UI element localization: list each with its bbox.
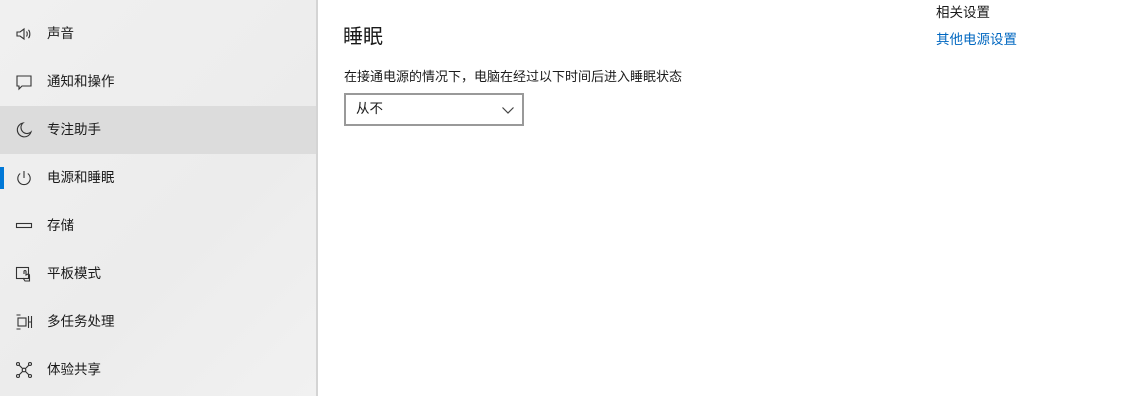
speaker-icon [15,25,33,43]
sidebar-item-label: 专注助手 [47,122,101,138]
sidebar-item-storage[interactable]: 存储 [0,202,316,250]
dropdown-value: 从不 [356,101,383,117]
sidebar-item-label: 声音 [47,26,74,42]
chevron-down-icon [502,107,514,114]
multitasking-icon [15,313,33,331]
settings-sidebar: 声音 通知和操作 专注助手 电源和睡眠 存储 平板模式 多任务处理 体验共享 [0,0,318,396]
section-heading-sleep: 睡眠 [343,24,383,48]
sidebar-item-label: 体验共享 [47,362,101,378]
shared-experiences-icon [15,361,33,379]
additional-power-settings-link[interactable]: 其他电源设置 [936,28,1017,48]
sleep-timeout-dropdown[interactable]: 从不 [344,93,524,126]
moon-icon [15,121,33,139]
selection-indicator [0,167,4,189]
sidebar-item-label: 通知和操作 [47,74,115,90]
sidebar-item-focus-assist[interactable]: 专注助手 [0,106,316,154]
sidebar-item-sound[interactable]: 声音 [0,10,316,58]
sidebar-item-label: 平板模式 [47,266,101,282]
sidebar-item-label: 多任务处理 [47,314,115,330]
sidebar-item-label: 存储 [47,218,74,234]
sidebar-item-notifications[interactable]: 通知和操作 [0,58,316,106]
notification-icon [15,73,33,91]
sidebar-item-shared-experiences[interactable]: 体验共享 [0,346,316,394]
sidebar-item-power-sleep[interactable]: 电源和睡眠 [0,154,316,202]
sidebar-item-multitasking[interactable]: 多任务处理 [0,298,316,346]
related-settings-title: 相关设置 [936,5,990,21]
sidebar-item-label: 电源和睡眠 [47,170,115,186]
sleep-description: 在接通电源的情况下，电脑在经过以下时间后进入睡眠状态 [344,70,683,85]
sidebar-item-tablet-mode[interactable]: 平板模式 [0,250,316,298]
tablet-mode-icon [15,265,33,283]
storage-icon [15,217,33,235]
power-icon [15,169,33,187]
